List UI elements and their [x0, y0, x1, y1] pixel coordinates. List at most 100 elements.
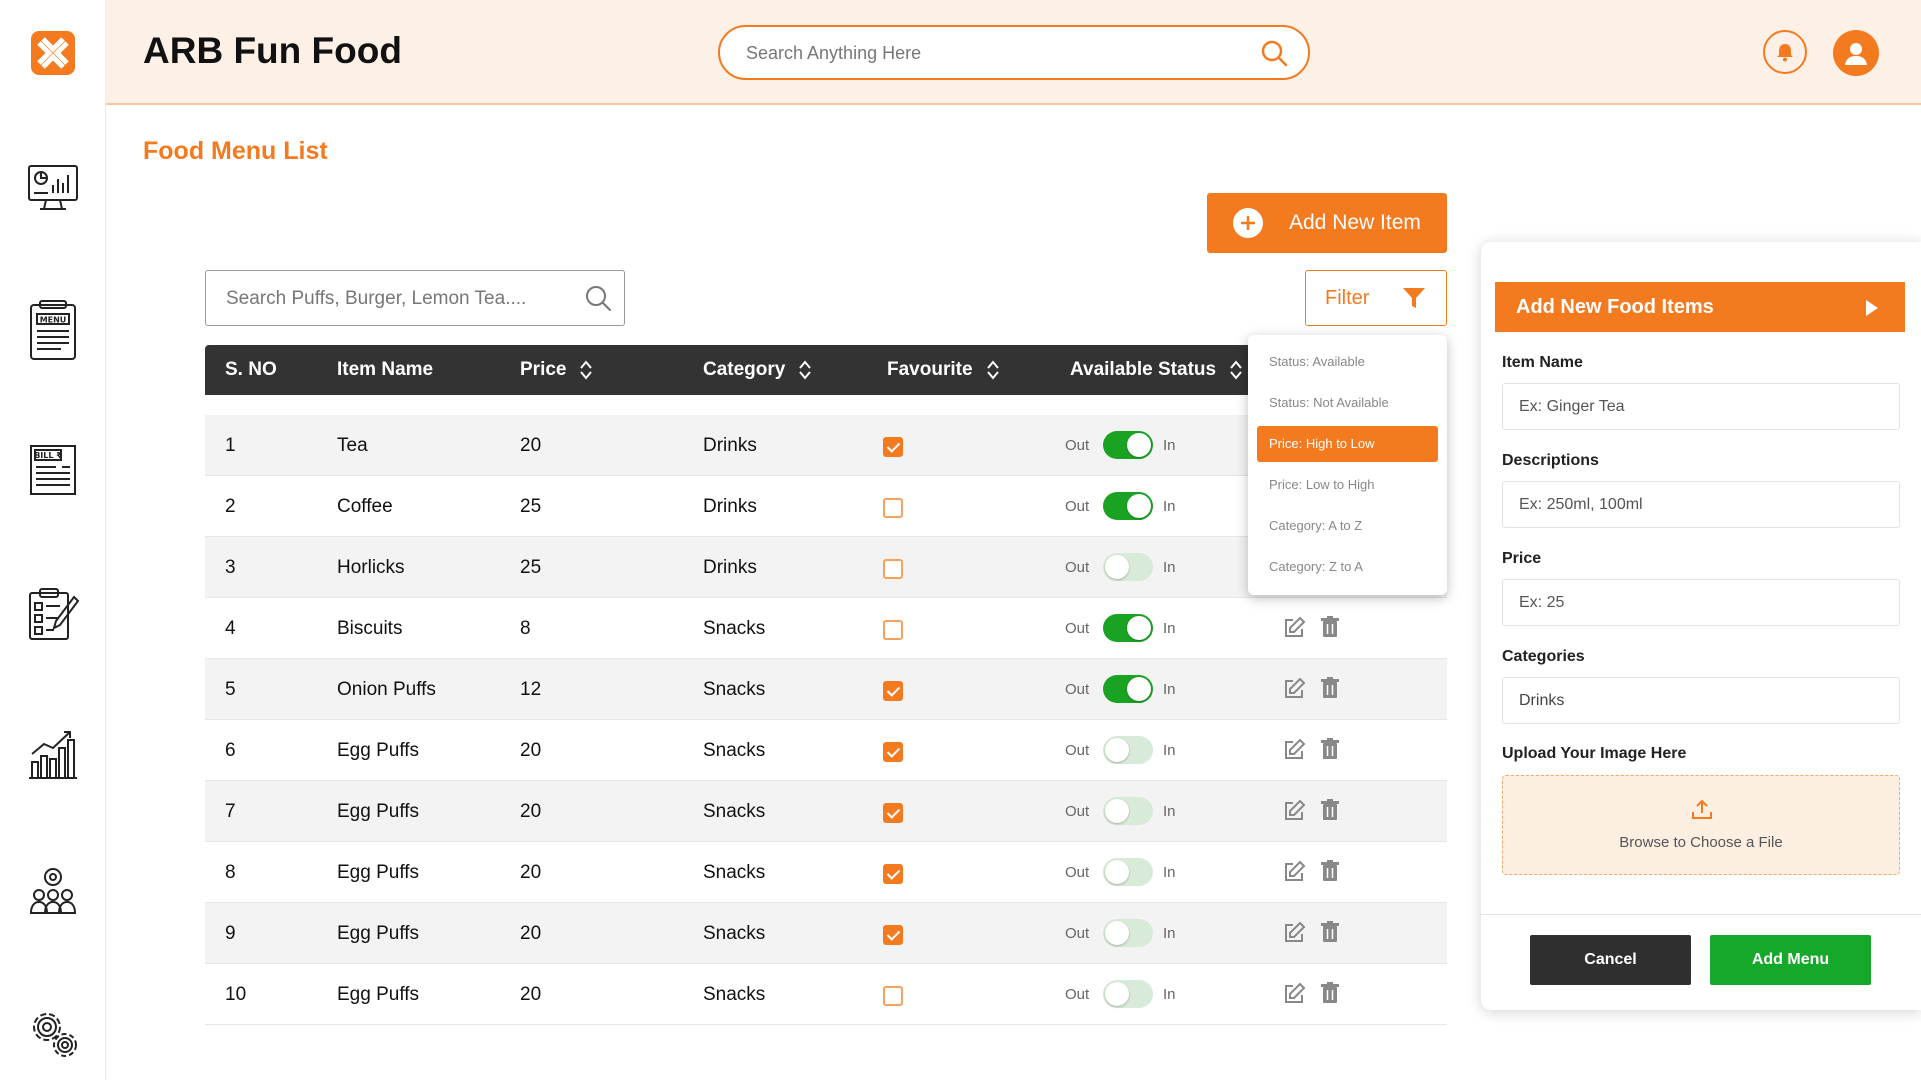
cell-sno: 8: [225, 862, 236, 883]
search-icon[interactable]: [1260, 39, 1288, 72]
menu-search[interactable]: [205, 270, 625, 326]
toggle-knob: [1105, 860, 1129, 884]
availability-toggle[interactable]: [1103, 431, 1153, 459]
favourite-checkbox[interactable]: [883, 498, 903, 518]
availability-toggle[interactable]: [1103, 797, 1153, 825]
column-header-favourite[interactable]: Favourite: [887, 359, 999, 381]
price-input[interactable]: [1502, 579, 1900, 626]
top-header: ARB Fun Food: [0, 0, 1921, 105]
item-name-input[interactable]: [1502, 383, 1900, 430]
column-header-item-name: Item Name: [337, 359, 433, 381]
favourite-checkbox[interactable]: [883, 742, 903, 762]
availability-toggle[interactable]: [1103, 858, 1153, 886]
edit-icon[interactable]: [1282, 677, 1306, 707]
favourite-checkbox[interactable]: [883, 681, 903, 701]
search-icon[interactable]: [584, 284, 612, 317]
cell-sno: 2: [225, 496, 236, 517]
availability-toggle[interactable]: [1103, 980, 1153, 1008]
delete-icon[interactable]: [1320, 799, 1340, 827]
sort-icon[interactable]: [580, 360, 593, 380]
availability-toggle[interactable]: [1103, 736, 1153, 764]
availability-toggle[interactable]: [1103, 492, 1153, 520]
column-header-price[interactable]: Price: [520, 359, 593, 381]
cell-item-name: Biscuits: [337, 618, 403, 639]
filter-option-status-available[interactable]: Status: Available: [1257, 344, 1438, 380]
column-header-category[interactable]: Category: [703, 359, 812, 381]
delete-icon[interactable]: [1320, 616, 1340, 644]
favourite-checkbox[interactable]: [883, 925, 903, 945]
edit-icon[interactable]: [1282, 860, 1306, 890]
edit-icon[interactable]: [1282, 616, 1306, 646]
filter-icon: [1402, 286, 1426, 316]
brand-logo[interactable]: [0, 0, 106, 105]
play-icon[interactable]: [1865, 299, 1879, 317]
sidebar-item-reports[interactable]: [25, 725, 81, 781]
user-avatar[interactable]: [1833, 30, 1879, 76]
cell-price: 8: [520, 618, 531, 639]
global-search[interactable]: [718, 25, 1310, 80]
sort-icon[interactable]: [1230, 360, 1242, 380]
cell-category: Drinks: [703, 435, 757, 456]
filter-option-price-high-to-low[interactable]: Price: High to Low: [1257, 426, 1438, 462]
filter-option-status-not-available[interactable]: Status: Not Available: [1257, 385, 1438, 421]
sidebar-item-orders[interactable]: [25, 585, 81, 641]
delete-icon[interactable]: [1320, 738, 1340, 766]
cell-item-name: Coffee: [337, 496, 393, 517]
price-label: Price: [1502, 550, 1542, 567]
favourite-checkbox[interactable]: [883, 803, 903, 823]
filter-label: Filter: [1325, 286, 1370, 309]
sidebar-item-dashboard[interactable]: [25, 160, 81, 216]
sort-icon[interactable]: [799, 360, 812, 380]
descriptions-input[interactable]: [1502, 481, 1900, 528]
availability-toggle[interactable]: [1103, 675, 1153, 703]
filter-option-category-z-to-a[interactable]: Category: Z to A: [1257, 549, 1438, 585]
out-label: Out: [1065, 620, 1090, 637]
favourite-checkbox[interactable]: [883, 559, 903, 579]
toggle-knob: [1105, 982, 1129, 1006]
favourite-checkbox[interactable]: [883, 864, 903, 884]
filter-button[interactable]: Filter: [1305, 270, 1447, 326]
cell-item-name: Egg Puffs: [337, 862, 420, 883]
availability-toggle[interactable]: [1103, 614, 1153, 642]
out-label: Out: [1065, 864, 1090, 881]
sidebar-item-settings[interactable]: [25, 1005, 81, 1061]
column-header-available-status[interactable]: Available Status: [1070, 359, 1242, 381]
add-menu-button[interactable]: Add Menu: [1710, 935, 1871, 985]
favourite-checkbox[interactable]: [883, 620, 903, 640]
delete-icon[interactable]: [1320, 982, 1340, 1010]
notification-button[interactable]: [1763, 30, 1807, 74]
upload-dropzone[interactable]: Browse to Choose a File: [1502, 775, 1900, 875]
upload-icon: [1692, 799, 1712, 819]
favourite-checkbox[interactable]: [883, 437, 903, 457]
favourite-checkbox[interactable]: [883, 986, 903, 1006]
cell-item-name: Horlicks: [337, 557, 405, 578]
cell-sno: 1: [225, 435, 236, 456]
cell-sno: 10: [225, 984, 247, 1005]
delete-icon[interactable]: [1320, 921, 1340, 949]
edit-icon[interactable]: [1282, 982, 1306, 1012]
sidebar-item-bill[interactable]: BILL ₹: [25, 442, 81, 498]
edit-icon[interactable]: [1282, 921, 1306, 951]
sidebar-item-menu[interactable]: MENU: [25, 300, 81, 360]
in-label: In: [1163, 498, 1176, 515]
app-title: ARB Fun Food: [143, 30, 402, 71]
availability-toggle[interactable]: [1103, 553, 1153, 581]
add-new-item-button[interactable]: Add New Item: [1207, 193, 1447, 253]
edit-icon[interactable]: [1282, 738, 1306, 768]
edit-icon[interactable]: [1282, 799, 1306, 829]
filter-option-price-low-to-high[interactable]: Price: Low to High: [1257, 467, 1438, 503]
delete-icon[interactable]: [1320, 860, 1340, 888]
filter-option-category-a-to-z[interactable]: Category: A to Z: [1257, 508, 1438, 544]
cell-category: Snacks: [703, 862, 766, 883]
cancel-button[interactable]: Cancel: [1530, 935, 1691, 985]
sort-icon[interactable]: [986, 360, 999, 380]
delete-icon[interactable]: [1320, 677, 1340, 705]
categories-input[interactable]: [1502, 677, 1900, 724]
toggle-knob: [1127, 494, 1151, 518]
global-search-input[interactable]: [746, 39, 1246, 67]
menu-search-input[interactable]: [226, 285, 566, 313]
panel-header[interactable]: Add New Food Items: [1495, 282, 1905, 332]
availability-toggle[interactable]: [1103, 919, 1153, 947]
sidebar-item-staff[interactable]: [25, 862, 81, 918]
user-icon: [1845, 43, 1867, 65]
